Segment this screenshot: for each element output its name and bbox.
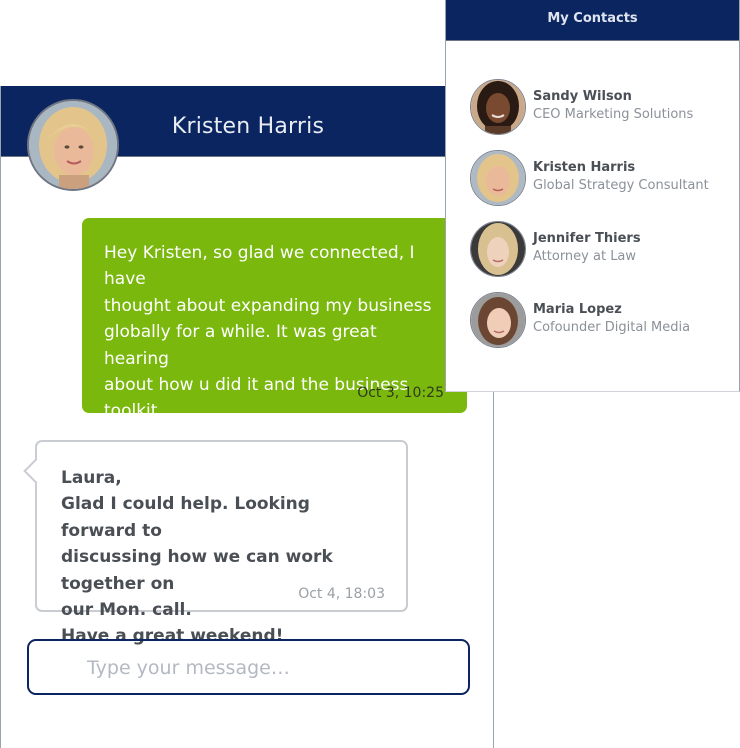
avatar [470, 221, 526, 277]
avatar [470, 150, 526, 206]
message-timestamp: Oct 3, 10:25 [357, 385, 444, 401]
contact-name: Jennifer Thiers [533, 231, 641, 246]
avatar [470, 292, 526, 348]
contact-item-sandy-wilson[interactable]: Sandy Wilson CEO Marketing Solutions [470, 79, 732, 137]
contacts-title: My Contacts [547, 11, 638, 26]
contact-name: Sandy Wilson [533, 89, 632, 104]
contact-title: Cofounder Digital Media [533, 320, 691, 335]
message-input-box[interactable] [27, 639, 470, 695]
avatar [470, 79, 526, 135]
contact-name: Maria Lopez [533, 302, 622, 317]
contact-item-kristen-harris[interactable]: Kristen Harris Global Strategy Consultan… [470, 150, 732, 208]
bubble-tail [23, 458, 49, 484]
incoming-message: Laura, Glad I could help. Looking forwar… [23, 440, 408, 646]
contacts-header: My Contacts [446, 0, 739, 41]
message-text: Laura, Glad I could help. Looking forwar… [61, 468, 333, 647]
contact-title: Global Strategy Consultant [533, 178, 709, 193]
message-timestamp: Oct 4, 18:03 [298, 586, 385, 602]
contact-title: CEO Marketing Solutions [533, 107, 694, 122]
contacts-panel: My Contacts Sandy Wilson CEO Marketing S… [445, 0, 740, 392]
message-input[interactable] [85, 651, 459, 685]
contact-item-maria-lopez[interactable]: Maria Lopez Cofounder Digital Media [470, 292, 732, 350]
avatar [27, 99, 119, 191]
chat-panel: Kristen Harris Hey Kristen, so glad we c… [0, 86, 494, 748]
contact-title: Attorney at Law [533, 249, 637, 264]
contact-item-jennifer-thiers[interactable]: Jennifer Thiers Attorney at Law [470, 221, 732, 279]
contact-name: Kristen Harris [533, 160, 636, 175]
outgoing-message: Hey Kristen, so glad we connected, I hav… [82, 218, 467, 501]
